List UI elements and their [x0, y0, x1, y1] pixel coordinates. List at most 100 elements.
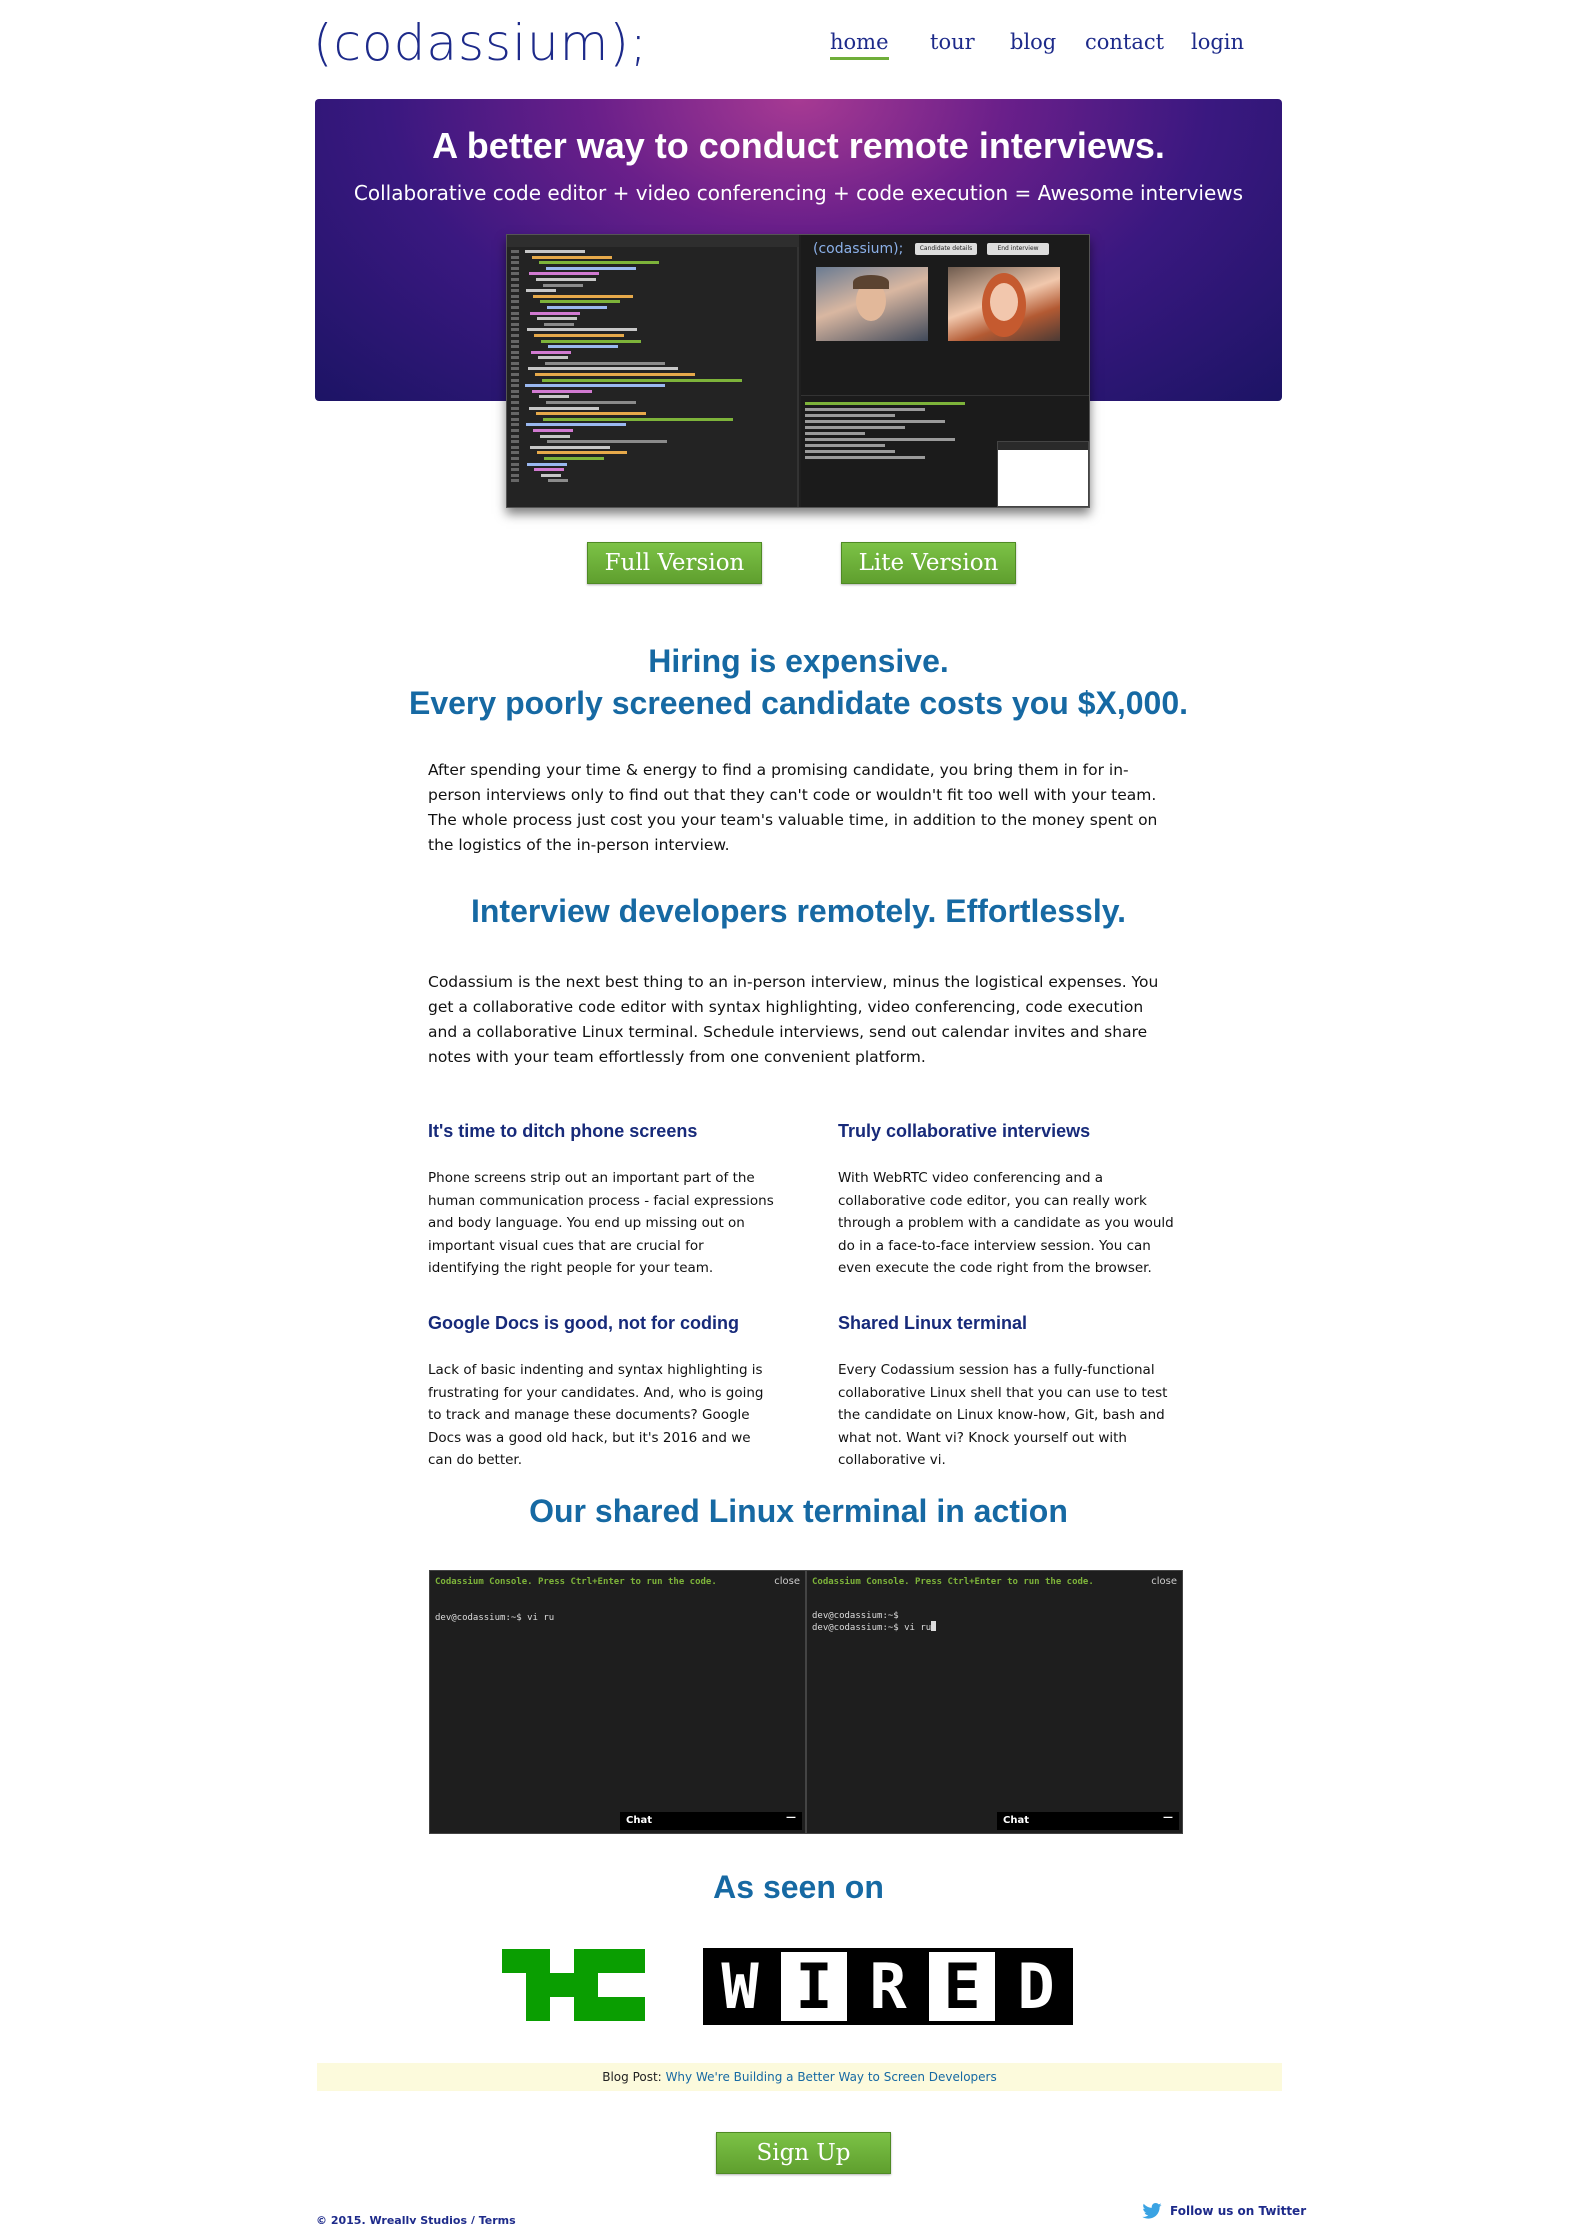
terminal-right-close[interactable]: close — [1151, 1576, 1177, 1587]
code-token — [546, 266, 636, 270]
feature-title-phone-screens: It's time to ditch phone screens — [428, 1121, 698, 1141]
code-token — [527, 462, 567, 466]
code-token — [547, 305, 607, 309]
line-number — [511, 401, 519, 405]
line-number — [511, 395, 519, 399]
line-number — [511, 266, 519, 270]
code-token — [525, 384, 665, 388]
line-number — [511, 445, 519, 449]
line-number — [511, 322, 519, 326]
lite-version-button[interactable]: Lite Version — [841, 542, 1016, 584]
remote-heading: Interview developers remotely. Effortles… — [470, 893, 1127, 929]
terminal-left-close[interactable]: close — [774, 1576, 800, 1587]
preview-console — [801, 395, 1089, 507]
console-line — [805, 414, 895, 417]
wired-logo[interactable]: W I R E D — [703, 1948, 1076, 2025]
line-number — [511, 277, 519, 281]
code-token — [548, 345, 618, 349]
terminal-right-header: Codassium Console. Press Ctrl+Enter to r… — [812, 1577, 1094, 1587]
line-number — [511, 384, 519, 388]
code-token — [541, 473, 561, 477]
full-version-button[interactable]: Full Version — [587, 542, 762, 584]
code-token — [542, 378, 742, 382]
blog-post-banner: Blog Post: Why We're Building a Better W… — [317, 2063, 1282, 2091]
feature-title-linux-terminal: Shared Linux terminal — [838, 1313, 1028, 1333]
preview-editor-tabbar — [507, 235, 799, 247]
interviewer-hair — [853, 275, 889, 289]
preview-code-line — [511, 478, 791, 484]
code-token — [532, 389, 592, 393]
app-preview-image: (codassium); Candidate details End inter… — [506, 234, 1090, 508]
code-token — [534, 333, 624, 337]
terminal-left-line-1: dev@codassium:~$ vi ru — [435, 1613, 555, 1623]
nav-blog[interactable]: blog — [1010, 30, 1056, 54]
code-token — [537, 317, 577, 321]
line-number — [511, 367, 519, 371]
preview-video-interviewer — [816, 267, 928, 341]
blog-post-prefix: Blog Post: — [602, 2070, 662, 2084]
code-token — [527, 328, 637, 332]
line-number — [511, 317, 519, 321]
hiring-paragraph: After spending your time & energy to fin… — [428, 761, 1158, 854]
hiring-heading-line2: Every poorly screened candidate costs yo… — [408, 685, 1188, 721]
console-line — [805, 444, 885, 447]
wired-letter-d: D — [999, 1948, 1073, 2025]
terminal-right-line-2: dev@codassium:~$ vi ru — [812, 1621, 937, 1633]
line-number — [511, 361, 519, 365]
line-number — [511, 423, 519, 427]
nav-tour[interactable]: tour — [930, 30, 975, 54]
nav-home[interactable]: home — [830, 30, 889, 60]
code-token — [526, 423, 626, 427]
code-token — [526, 289, 556, 293]
line-number — [511, 462, 519, 466]
preview-video-candidate — [948, 267, 1060, 341]
twitter-follow-text: Follow us on Twitter — [1170, 2204, 1307, 2218]
terms-link[interactable]: Terms — [479, 2214, 516, 2224]
code-token — [540, 300, 620, 304]
chat-label: Chat — [626, 1815, 652, 1826]
preview-candidate-details-button: Candidate details — [915, 243, 977, 255]
feature-body-linux-terminal: Every Codassium session has a fully-func… — [838, 1362, 1168, 1468]
feature-body-collaborative: With WebRTC video conferencing and a col… — [838, 1170, 1174, 1276]
cursor-icon — [931, 1621, 937, 1631]
terminal-right-chat-bar[interactable]: Chat — — [997, 1812, 1179, 1830]
console-line — [805, 438, 955, 441]
nav-contact[interactable]: contact — [1085, 30, 1164, 54]
techcrunch-logo[interactable] — [502, 1949, 645, 2021]
terminal-left-header: Codassium Console. Press Ctrl+Enter to r… — [435, 1577, 717, 1587]
line-number — [511, 250, 519, 253]
code-token — [531, 350, 571, 354]
twitter-follow-link[interactable]: Follow us on Twitter — [1142, 2203, 1306, 2219]
code-token — [545, 361, 665, 365]
minimize-icon[interactable]: — — [1163, 1812, 1173, 1823]
hiring-heading: Hiring is expensive. Every poorly screen… — [315, 640, 1282, 724]
code-token — [536, 277, 596, 281]
code-token — [533, 429, 573, 432]
terminal-right: Codassium Console. Press Ctrl+Enter to r… — [806, 1570, 1183, 1834]
line-number — [511, 356, 519, 360]
code-token — [543, 417, 733, 421]
terminal-left-chat-bar[interactable]: Chat — — [620, 1812, 802, 1830]
line-number — [511, 333, 519, 337]
line-number — [511, 305, 519, 309]
minimize-icon[interactable]: — — [786, 1812, 796, 1823]
sign-up-button[interactable]: Sign Up — [716, 2132, 891, 2174]
line-number — [511, 479, 519, 483]
site-logo[interactable]: (codassium); — [313, 14, 648, 72]
hero-subtitle: Collaborative code editor + video confer… — [353, 181, 1244, 205]
blog-post-link[interactable]: Why We're Building a Better Way to Scree… — [666, 2070, 997, 2084]
line-number — [511, 289, 519, 293]
line-number — [511, 468, 519, 472]
nav-login[interactable]: login — [1191, 30, 1244, 54]
code-token — [529, 406, 599, 410]
line-number — [511, 339, 519, 343]
feature-body-google-docs: Lack of basic indenting and syntax highl… — [428, 1362, 764, 1468]
code-token — [546, 401, 636, 405]
hiring-heading-line1: Hiring is expensive. — [648, 643, 949, 679]
line-number — [511, 300, 519, 304]
terminal-right-line-2-text: dev@codassium:~$ vi ru — [812, 1623, 932, 1633]
code-token — [530, 445, 610, 449]
console-line — [805, 420, 945, 423]
line-number — [511, 440, 519, 444]
console-line — [805, 450, 895, 453]
